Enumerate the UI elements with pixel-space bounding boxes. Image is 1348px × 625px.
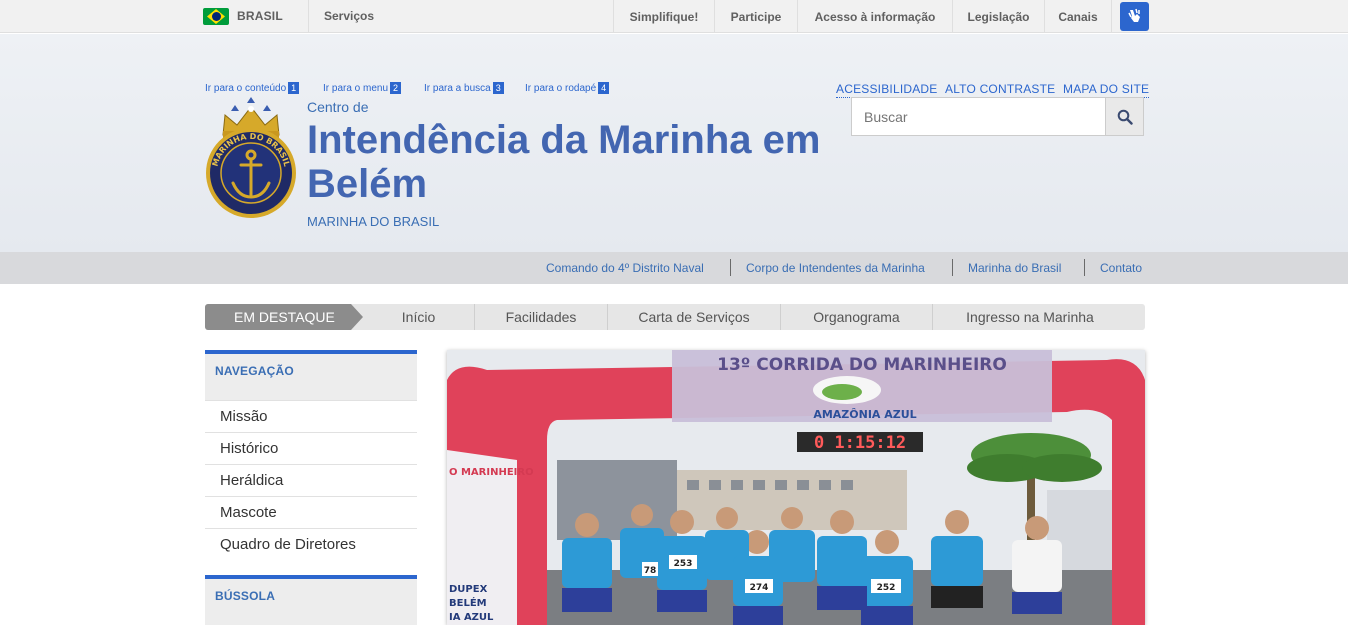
search-button[interactable] <box>1105 98 1143 135</box>
service-link-comando[interactable]: Comando do 4º Distrito Naval <box>546 261 704 275</box>
bib-252: 252 <box>877 583 896 593</box>
side-sponsor-3: IA AZUL <box>449 612 494 623</box>
tab-facilidades[interactable]: Facilidades <box>475 304 607 330</box>
skip-to-content-link[interactable]: Ir para o conteúdo 1 <box>205 82 300 94</box>
menu-canais[interactable]: Canais <box>1044 0 1112 33</box>
side-sponsor-2: BELÉM <box>449 596 487 609</box>
bussola-heading: BÚSSOLA <box>205 575 417 625</box>
menu-acesso-informacao[interactable]: Acesso à informação <box>797 0 952 33</box>
site-title[interactable]: Intendência da Marinha em Belém <box>307 118 827 206</box>
accessibility-link[interactable]: ACESSIBILIDADE <box>836 82 938 98</box>
header-pretitle: Centro de <box>307 99 369 115</box>
site-subtitle: MARINHA DO BRASIL <box>307 214 440 229</box>
skip-to-search-link[interactable]: Ir para a busca 3 <box>424 82 504 94</box>
search-box <box>851 97 1144 136</box>
arch-banner-text: 13º CORRIDA DO MARINHEIRO <box>717 355 1007 375</box>
nav-heading: NAVEGAÇÃO <box>205 350 417 400</box>
bib-253: 253 <box>674 559 693 569</box>
bib-78: 78 <box>644 566 657 576</box>
bib-274: 274 <box>750 583 769 593</box>
servicos-link[interactable]: Serviços <box>324 9 374 23</box>
skip-to-footer-link[interactable]: Ir para o rodapé 4 <box>525 82 610 94</box>
sidebar-item-historico[interactable]: Histórico <box>205 432 417 464</box>
service-link-marinha[interactable]: Marinha do Brasil <box>968 261 1061 275</box>
gov-top-bar: BRASIL Serviços Simplifique! Participe A… <box>0 0 1348 33</box>
sidebar-item-heraldica[interactable]: Heráldica <box>205 464 417 496</box>
side-banner-text: O MARINHEIRO <box>449 467 534 478</box>
brasil-link[interactable]: BRASIL <box>237 9 283 23</box>
tab-ingresso-marinha[interactable]: Ingresso na Marinha <box>933 304 1127 330</box>
side-sponsor-1: DUPEX <box>449 584 488 595</box>
service-link-corpo-intendentes[interactable]: Corpo de Intendentes da Marinha <box>746 261 925 275</box>
menu-simplifique[interactable]: Simplifique! <box>613 0 714 33</box>
high-contrast-link[interactable]: ALTO CONTRASTE <box>945 82 1056 98</box>
tab-inicio[interactable]: Início <box>363 304 474 330</box>
tab-em-destaque[interactable]: EM DESTAQUE <box>205 304 363 330</box>
brazil-flag-icon[interactable] <box>203 8 229 25</box>
skip-to-menu-link[interactable]: Ir para o menu 2 <box>323 82 402 94</box>
navy-emblem-logo[interactable]: MARINHA DO BRASIL <box>203 97 299 221</box>
sidebar-item-mascote[interactable]: Mascote <box>205 496 417 528</box>
featured-photo[interactable]: 13º CORRIDA DO MARINHEIRO AMAZÔNIA AZUL … <box>447 350 1145 625</box>
tab-carta-servicos[interactable]: Carta de Serviços <box>608 304 780 330</box>
race-timer: 0 1:15:12 <box>814 433 906 453</box>
magnifier-icon <box>1117 109 1133 125</box>
menu-legislacao[interactable]: Legislação <box>952 0 1044 33</box>
search-input[interactable] <box>852 98 1106 135</box>
sidebar-item-quadro-diretores[interactable]: Quadro de Diretores <box>205 528 417 560</box>
sponsor-text: AMAZÔNIA AZUL <box>813 408 916 421</box>
hands-icon[interactable] <box>1120 2 1149 31</box>
menu-participe[interactable]: Participe <box>714 0 797 33</box>
service-link-contato[interactable]: Contato <box>1100 261 1142 275</box>
service-links-bar: Comando do 4º Distrito Naval Corpo de In… <box>0 252 1348 284</box>
sidebar-item-missao[interactable]: Missão <box>205 400 417 432</box>
tab-organograma[interactable]: Organograma <box>781 304 932 330</box>
main-tabs: EM DESTAQUE Início Facilidades Carta de … <box>205 304 1145 330</box>
sitemap-link[interactable]: MAPA DO SITE <box>1063 82 1150 98</box>
